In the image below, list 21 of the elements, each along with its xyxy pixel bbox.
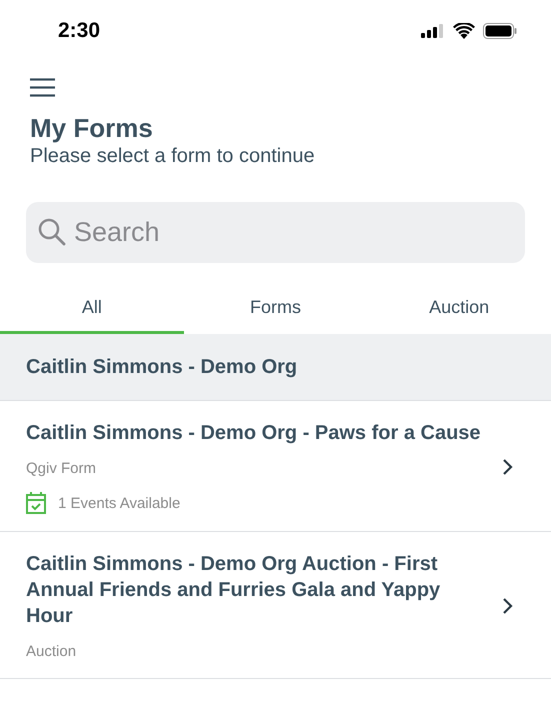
form-type: Auction (26, 643, 76, 661)
tab[interactable]: Forms (184, 280, 368, 334)
wifi-icon (453, 23, 475, 39)
form-title: Caitlin Simmons - Demo Org - Paws for a Cause (26, 421, 481, 446)
group-title: Caitlin Simmons - Demo Org (26, 356, 298, 378)
chevron-right-icon (502, 597, 513, 615)
tab[interactable]: Auction (367, 280, 551, 334)
form-title: Caitlin Simmons - Demo Org Auction - First Annual Friends and Furries Gala and Yappy Hour (26, 552, 442, 629)
search-field[interactable]: Search (26, 202, 525, 263)
menu-icon[interactable] (30, 78, 55, 97)
events-count: 1 Events Available (58, 494, 180, 512)
form-list-item[interactable]: Caitlin Simmons - Demo Org - Paws for a Cause Qgiv Form 1 Events Available (0, 401, 551, 532)
form-list-item[interactable]: Caitlin Simmons - Demo Org Auction - First Annual Friends and Furries Gala and Yappy Hour Auction (0, 532, 551, 679)
status-time: 2:30 (58, 19, 100, 43)
chevron-right-icon (502, 458, 513, 476)
page-title: My Forms (30, 113, 153, 143)
battery-icon (483, 23, 517, 39)
calendar-check-icon (26, 492, 46, 514)
signal-icon (421, 24, 445, 38)
page-subtitle: Please select a form to continue (30, 144, 315, 169)
form-type: Qgiv Form (26, 460, 96, 478)
